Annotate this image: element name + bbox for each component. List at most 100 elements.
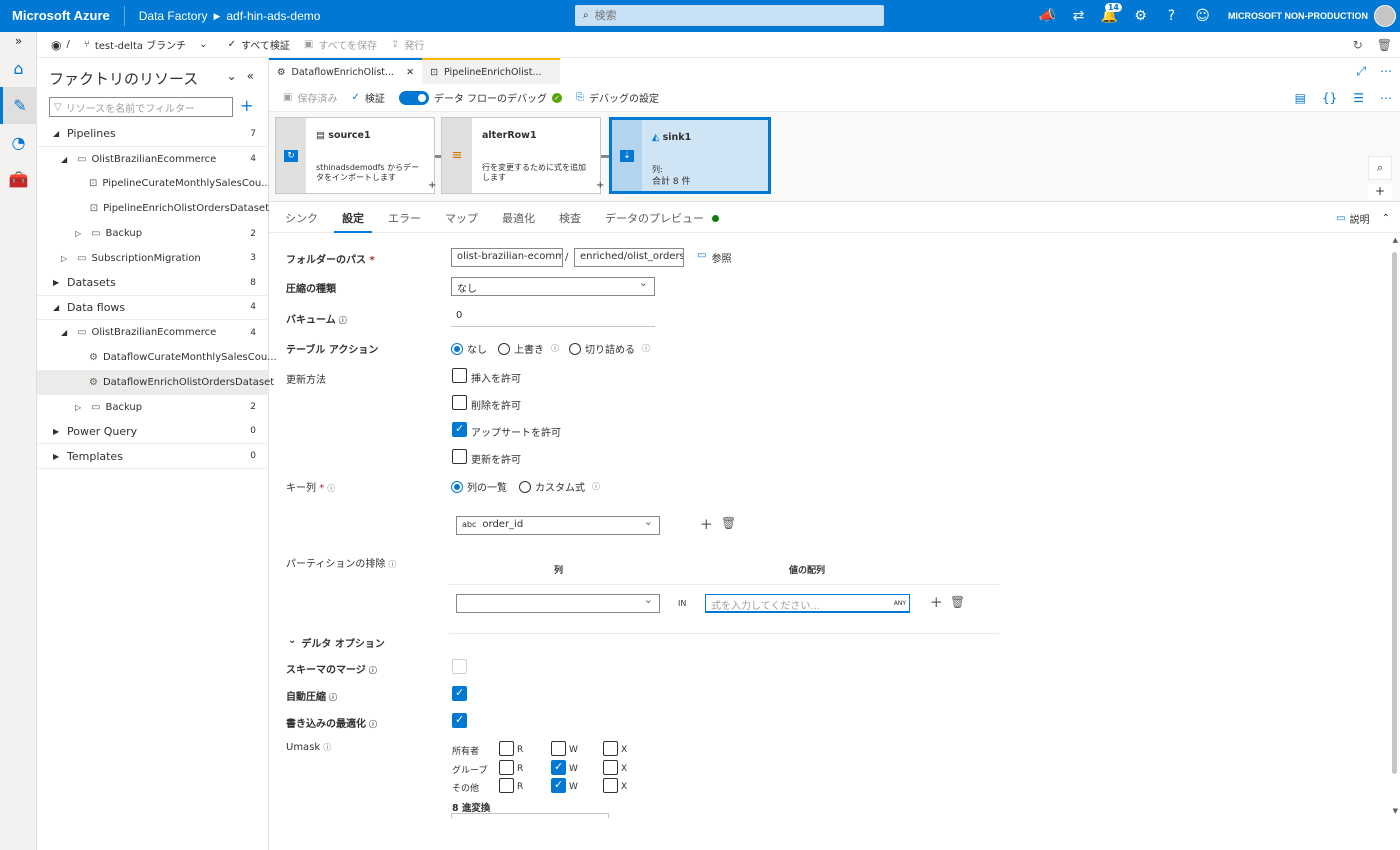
expand-caret-icon[interactable]: ▶ <box>53 427 63 436</box>
allow-delete-checkbox[interactable] <box>452 395 467 410</box>
canvas-zoom-in-icon[interactable]: + <box>1368 184 1392 200</box>
resource-filter-input[interactable]: ▽ リソースを名前でフィルター <box>49 97 233 117</box>
feedback-person-icon[interactable]: ☺ <box>1187 0 1218 32</box>
switch-directory-icon[interactable]: ⇄ <box>1063 0 1094 32</box>
toggle-switch[interactable] <box>398 90 429 105</box>
script-icon[interactable]: ▤ <box>1295 91 1306 105</box>
tree-item[interactable]: ◢ Pipelines 7 <box>37 122 269 147</box>
allow-insert-checkbox[interactable] <box>452 368 467 383</box>
manage-toolbox-icon[interactable]: 🧰 <box>0 161 37 198</box>
collapse-panel-icon[interactable]: ⌃ <box>1382 213 1390 224</box>
tree-item[interactable]: ⊡ PipelineEnrichOlistOrdersDataset <box>37 196 269 221</box>
author-pencil-icon[interactable]: ✎ <box>0 87 37 124</box>
settings-tab[interactable]: 検査 <box>551 207 589 233</box>
tree-item[interactable]: ▶ Datasets 8 <box>37 271 269 296</box>
scroll-up-icon[interactable]: ▲ <box>1393 236 1398 244</box>
validate-button[interactable]: ✓ 検証 <box>351 90 384 105</box>
tree-item[interactable]: ⚙ DataflowCurateMonthlySalesCou... <box>37 345 277 370</box>
avatar[interactable] <box>1374 5 1396 27</box>
tree-item[interactable]: ◢ ▭ OlistBrazilianEcommerce 4 <box>37 147 269 172</box>
code-icon[interactable]: {} <box>1322 91 1337 105</box>
settings-gear-icon[interactable]: ⚙ <box>1125 0 1156 32</box>
explain-button[interactable]: ▭ 説明 <box>1336 211 1369 226</box>
add-transform-icon[interactable]: + <box>596 180 604 191</box>
table-action-overwrite-radio[interactable]: 上書き ⓘ <box>498 341 559 356</box>
umask-checkbox[interactable] <box>551 741 566 756</box>
allow-upsert-checkbox[interactable] <box>452 422 467 437</box>
tab-dataflow[interactable]: ⚙ DataflowEnrichOlist... ✕ <box>269 58 423 84</box>
umask-checkbox[interactable] <box>603 741 618 756</box>
service-name[interactable]: Data Factory <box>139 9 208 23</box>
compression-select[interactable]: なし <box>451 276 655 296</box>
more-icon[interactable]: ⋯ <box>1380 91 1392 105</box>
settings-tab[interactable]: 設定 <box>334 207 372 233</box>
octal-input[interactable] <box>451 813 609 818</box>
partition-column-select[interactable] <box>456 593 660 613</box>
key-column-select[interactable]: abc order_id <box>456 515 660 535</box>
tree-item[interactable]: ⚙ DataflowEnrichOlistOrdersDataset <box>37 369 274 395</box>
expand-caret-icon[interactable]: ◢ <box>61 155 71 164</box>
umask-checkbox[interactable] <box>499 778 514 793</box>
maximize-icon[interactable]: ⤢ <box>1356 64 1366 79</box>
monitor-gauge-icon[interactable]: ◔ <box>0 124 37 161</box>
validate-all-button[interactable]: ✓ すべて検証 <box>228 37 290 52</box>
tree-item[interactable]: ⊡ PipelineCurateMonthlySalesCou... <box>37 172 271 197</box>
tree-item[interactable]: ◢ Data flows 4 <box>37 296 269 321</box>
expand-rail-icon[interactable]: » <box>0 32 37 50</box>
node-sink1[interactable]: ⇣ ◭ sink1 列: 合計 8 件 <box>609 117 771 194</box>
debug-settings-button[interactable]: ⎘ デバッグの設定 <box>576 90 659 105</box>
properties-icon[interactable]: ☰ <box>1353 91 1364 105</box>
auto-compact-checkbox[interactable] <box>452 686 467 701</box>
umask-checkbox[interactable] <box>603 778 618 793</box>
add-resource-icon[interactable]: + <box>240 96 253 115</box>
more-icon[interactable]: ⋯ <box>1380 64 1392 79</box>
expand-caret-icon[interactable]: ◢ <box>53 129 63 138</box>
factory-name[interactable]: adf-hin-ads-demo <box>226 9 320 23</box>
table-action-truncate-radio[interactable]: 切り詰める ⓘ <box>569 341 650 356</box>
global-search[interactable]: ⌕ <box>575 5 884 26</box>
settings-tab[interactable]: 最適化 <box>494 207 543 233</box>
settings-tab[interactable]: データのプレビュー <box>597 207 727 233</box>
settings-tab[interactable]: マップ <box>437 207 486 233</box>
umask-checkbox[interactable] <box>499 759 514 775</box>
browse-button[interactable]: ▭ 参照 <box>697 250 731 265</box>
publish-button[interactable]: ⇪ 発行 <box>391 37 424 52</box>
collapse-all-icon[interactable]: ⌄ <box>227 69 237 83</box>
merge-schema-checkbox[interactable] <box>452 659 467 674</box>
add-partition-icon[interactable]: + <box>930 593 943 611</box>
tree-item[interactable]: ▶ Power Query 0 <box>37 420 269 445</box>
dataflow-canvas[interactable]: ↻ ▤ source1 sthinadsdemodfs からデータをインポートし… <box>269 112 1400 202</box>
partition-value-input[interactable]: 式を入力してください... ANY <box>705 594 910 613</box>
help-icon[interactable]: ? <box>1156 0 1187 32</box>
delete-partition-icon[interactable]: 🗑 <box>950 595 965 609</box>
scroll-down-icon[interactable]: ▼ <box>1393 807 1398 815</box>
umask-checkbox[interactable] <box>603 759 618 775</box>
table-action-none-radio[interactable]: なし <box>451 341 487 356</box>
tree-item[interactable]: ▷ ▭ Backup 2 <box>37 395 269 420</box>
tree-item[interactable]: ◢ ▭ OlistBrazilianEcommerce 4 <box>37 320 269 345</box>
umask-checkbox[interactable] <box>551 778 566 793</box>
optimize-write-checkbox[interactable] <box>452 713 467 728</box>
branch-selector[interactable]: ⑂ test-delta ブランチ ⌄ <box>84 37 208 52</box>
expand-caret-icon[interactable]: ◢ <box>53 303 63 312</box>
expand-caret-icon[interactable]: ▶ <box>53 278 63 287</box>
canvas-search-icon[interactable]: ⌕ <box>1368 156 1392 180</box>
github-icon[interactable]: ◉ <box>51 38 61 52</box>
key-columns-custom-radio[interactable]: カスタム式 ⓘ <box>519 479 600 494</box>
expand-caret-icon[interactable]: ▷ <box>75 403 85 412</box>
discard-icon[interactable]: 🗑 <box>1377 38 1392 52</box>
allow-update-checkbox[interactable] <box>452 449 467 464</box>
umask-checkbox[interactable] <box>551 759 566 775</box>
save-all-button[interactable]: ▣ すべてを保存 <box>304 37 377 52</box>
notifications-bell-icon[interactable]: 🔔 14 <box>1094 0 1125 32</box>
folder-path-directory-input[interactable]: enriched/olist_orders_ <box>574 248 684 267</box>
refresh-icon[interactable]: ↻ <box>1353 38 1363 52</box>
key-columns-list-radio[interactable]: 列の一覧 <box>451 479 507 494</box>
tab-pipeline[interactable]: ⊡ PipelineEnrichOlist... <box>422 58 561 84</box>
scroll-thumb[interactable] <box>1392 252 1397 774</box>
account-name[interactable]: MICROSOFT NON-PRODUCTION <box>1228 11 1368 21</box>
hide-panel-icon[interactable]: « <box>247 69 254 83</box>
home-icon[interactable]: ⌂ <box>0 50 37 87</box>
expand-caret-icon[interactable]: ▷ <box>61 254 71 263</box>
brand-label[interactable]: Microsoft Azure <box>0 6 125 26</box>
